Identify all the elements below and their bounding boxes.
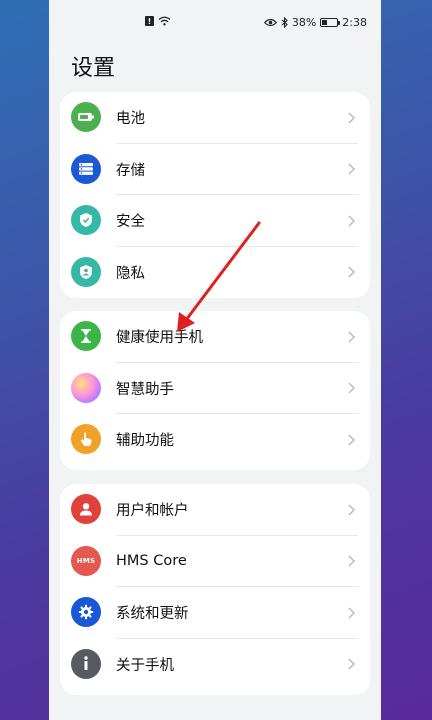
status-bar: ! 38% 2:38 (49, 0, 381, 46)
settings-group-2: 健康使用手机 智慧助手 辅助功能 (60, 311, 370, 470)
settings-item-label: 存储 (116, 162, 145, 179)
settings-item-system-update[interactable]: 系统和更新 (60, 587, 370, 639)
chevron-right-icon (344, 554, 358, 568)
privacy-shield-icon (71, 256, 101, 287)
page-title: 设置 (71, 56, 116, 81)
user-icon (71, 494, 101, 524)
alert-icon: ! (145, 16, 154, 26)
settings-item-label: 辅助功能 (116, 433, 174, 450)
chevron-right-icon (344, 330, 358, 344)
wifi-icon (158, 16, 171, 26)
settings-item-label: 关于手机 (116, 657, 174, 674)
settings-item-label: 安全 (116, 214, 145, 231)
chevron-right-icon (344, 111, 358, 125)
settings-item-smart-assistant[interactable]: 智慧助手 (60, 363, 370, 414)
settings-item-label: 健康使用手机 (116, 330, 203, 347)
gear-icon (71, 597, 101, 627)
settings-item-storage[interactable]: 存储 (60, 144, 370, 195)
settings-group-1: 电池 存储 安全 隐私 (60, 92, 370, 298)
chevron-right-icon (344, 162, 358, 176)
settings-item-label: 隐私 (116, 265, 145, 282)
settings-group-3: 用户和帐户 HMS HMS Core 系统和更新 关于手机 (60, 484, 370, 695)
battery-icon (71, 102, 101, 132)
chevron-right-icon (344, 381, 358, 395)
chevron-right-icon (344, 265, 358, 279)
eye-icon (263, 18, 277, 27)
battery-icon (320, 18, 341, 27)
info-icon (71, 648, 101, 679)
settings-item-label: 智慧助手 (116, 381, 174, 398)
battery-percent: 38% (291, 16, 317, 29)
hourglass-icon (71, 321, 101, 351)
settings-item-security[interactable]: 安全 (60, 195, 370, 247)
settings-item-battery[interactable]: 电池 (60, 92, 370, 144)
hms-badge-text: HMS (76, 556, 96, 565)
settings-item-about-phone[interactable]: 关于手机 (60, 639, 370, 691)
settings-item-label: 系统和更新 (116, 606, 189, 623)
settings-item-label: 用户和帐户 (116, 503, 189, 520)
smart-assistant-icon (71, 372, 101, 403)
chevron-right-icon (344, 433, 358, 447)
clock: 2:38 (342, 16, 367, 29)
storage-icon (71, 153, 101, 184)
phone-screen: ! 38% 2:38 设置 电池 存储 安全 隐私 健康使用手机 智慧助手 辅助… (49, 0, 381, 720)
hand-icon (71, 424, 101, 454)
settings-item-users-accounts[interactable]: 用户和帐户 (60, 484, 370, 536)
security-shield-icon (71, 205, 101, 235)
settings-item-digital-balance[interactable]: 健康使用手机 (60, 311, 370, 363)
bluetooth-icon (281, 17, 288, 28)
chevron-right-icon (344, 657, 358, 671)
chevron-right-icon (344, 503, 358, 517)
settings-item-hms-core[interactable]: HMS HMS Core (60, 536, 370, 587)
hms-icon: HMS (71, 545, 101, 576)
settings-item-privacy[interactable]: 隐私 (60, 247, 370, 299)
settings-item-label: 电池 (116, 111, 145, 128)
settings-item-accessibility[interactable]: 辅助功能 (60, 414, 370, 466)
chevron-right-icon (344, 606, 358, 620)
chevron-right-icon (344, 214, 358, 228)
settings-item-label: HMS Core (116, 553, 187, 570)
